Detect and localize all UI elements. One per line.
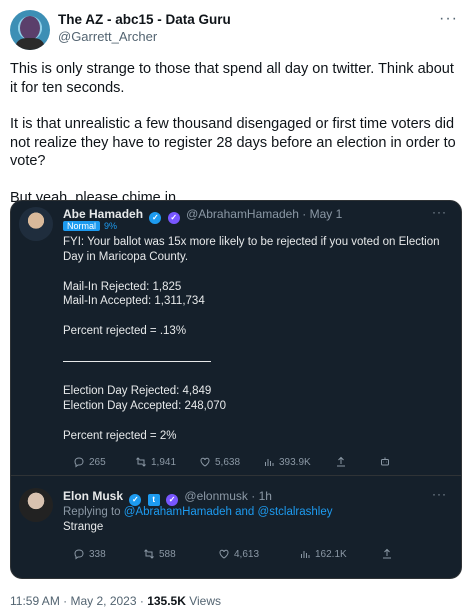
author-name[interactable]: The AZ - abc15 - Data Guru — [58, 12, 231, 27]
normal-label: Normal — [63, 221, 101, 231]
view-count: 135.5K — [147, 594, 186, 608]
views-count: 393.9K — [279, 456, 311, 468]
normal-percent: 9% — [104, 221, 118, 231]
retweet-action[interactable]: 1,941 — [135, 456, 176, 468]
reply-action-bar: 338 588 4,613 162.1K — [63, 548, 393, 564]
like-action[interactable]: 5,638 — [199, 456, 240, 468]
views-action[interactable]: 393.9K — [263, 456, 311, 468]
reply-action[interactable]: 265 — [73, 456, 106, 468]
mail-accepted: Mail-In Accepted: 1,311,734 — [63, 295, 205, 307]
eday-accepted: Election Day Accepted: 248,070 — [63, 400, 227, 412]
verified-purple-badge-icon: ✓ — [167, 212, 180, 224]
tweet-view: The AZ - abc15 - Data Guru @Garrett_Arch… — [0, 0, 472, 615]
verified-badge-icon: ✓ — [149, 212, 162, 224]
reply-icon — [74, 457, 84, 468]
reply-separator — [11, 475, 461, 476]
share-icon — [337, 456, 345, 467]
retweet-action[interactable]: 588 — [143, 548, 176, 560]
reply-author-handle[interactable]: @elonmusk · 1h — [184, 489, 272, 503]
tweet-footer: 11:59 AM · May 2, 2023 · 135.5K Views — [10, 594, 221, 608]
reply-text: Strange — [63, 521, 104, 533]
share-action[interactable] — [335, 456, 347, 468]
bot-action[interactable] — [379, 456, 391, 468]
verified-purple-badge-icon: ✓ — [166, 494, 179, 506]
more-options-icon[interactable]: ··· — [439, 10, 458, 28]
sentiment-label: Normal 9% — [63, 221, 117, 231]
tweet-paragraph: This is only strange to those that spend… — [10, 61, 454, 96]
reply-action[interactable]: 338 — [73, 548, 106, 560]
heart-icon — [200, 457, 210, 467]
views-label: Views — [185, 594, 222, 608]
like-count: 4,613 — [234, 548, 260, 560]
verified-badge-icon: ✓ — [129, 494, 142, 506]
views-icon — [265, 459, 274, 466]
heart-icon — [219, 549, 229, 559]
like-count: 5,638 — [215, 456, 241, 468]
author-handle[interactable]: @Garrett_Archer — [58, 29, 157, 44]
replying-to: Replying to @AbrahamHamadeh and @stclalr… — [63, 506, 332, 518]
share-icon — [383, 548, 391, 559]
share-action[interactable] — [381, 548, 393, 560]
mail-rejected: Mail-In Rejected: 1,825 — [63, 281, 182, 293]
reply-icon — [74, 549, 84, 560]
views-count: 162.1K — [315, 548, 347, 560]
twitter-affiliate-icon: t — [147, 494, 160, 506]
reply-count: 265 — [89, 456, 106, 468]
reply-author-avatar[interactable] — [19, 488, 53, 522]
divider-line — [63, 361, 211, 362]
retweet-count: 588 — [159, 548, 176, 560]
percent-rejected-eday: Percent rejected = 2% — [63, 430, 177, 442]
reply-author-row: Elon Musk ✓ t ✓ @elonmusk · 1h — [63, 489, 272, 506]
replying-to-links[interactable]: @AbrahamHamadeh and @stclalrashley — [124, 506, 333, 518]
retweet-icon — [136, 457, 146, 467]
embedded-screenshot[interactable]: Abe Hamadeh ✓ ✓ @AbrahamHamadeh · May 1 … — [10, 200, 462, 579]
quote-author-name[interactable]: Abe Hamadeh — [63, 207, 143, 221]
reply-author-name[interactable]: Elon Musk — [63, 489, 123, 503]
views-action[interactable]: 162.1K — [299, 548, 347, 560]
replying-prefix: Replying to — [63, 506, 121, 518]
quote-author-handle[interactable]: @AbrahamHamadeh · May 1 — [186, 207, 342, 221]
percent-rejected-mail: Percent rejected = .13% — [63, 325, 187, 337]
timestamp[interactable]: 11:59 AM · May 2, 2023 · — [10, 594, 147, 608]
robot-icon — [381, 457, 389, 466]
tweet-paragraph: It is that unrealistic a few thousand di… — [10, 116, 456, 169]
retweet-count: 1,941 — [151, 456, 177, 468]
retweet-icon — [144, 549, 154, 559]
quote-action-bar: 265 1,941 5,638 393.9K — [63, 456, 393, 472]
reply-count: 338 — [89, 548, 106, 560]
eday-rejected: Election Day Rejected: 4,849 — [63, 385, 212, 397]
reply-more-icon[interactable]: ··· — [432, 487, 447, 501]
like-action[interactable]: 4,613 — [218, 548, 259, 560]
quote-more-icon[interactable]: ··· — [432, 205, 447, 219]
author-avatar[interactable] — [10, 10, 50, 50]
views-icon — [301, 551, 310, 558]
quote-author-avatar[interactable] — [19, 207, 53, 241]
quote-text: FYI: Your ballot was 15x more likely to … — [63, 236, 440, 263]
